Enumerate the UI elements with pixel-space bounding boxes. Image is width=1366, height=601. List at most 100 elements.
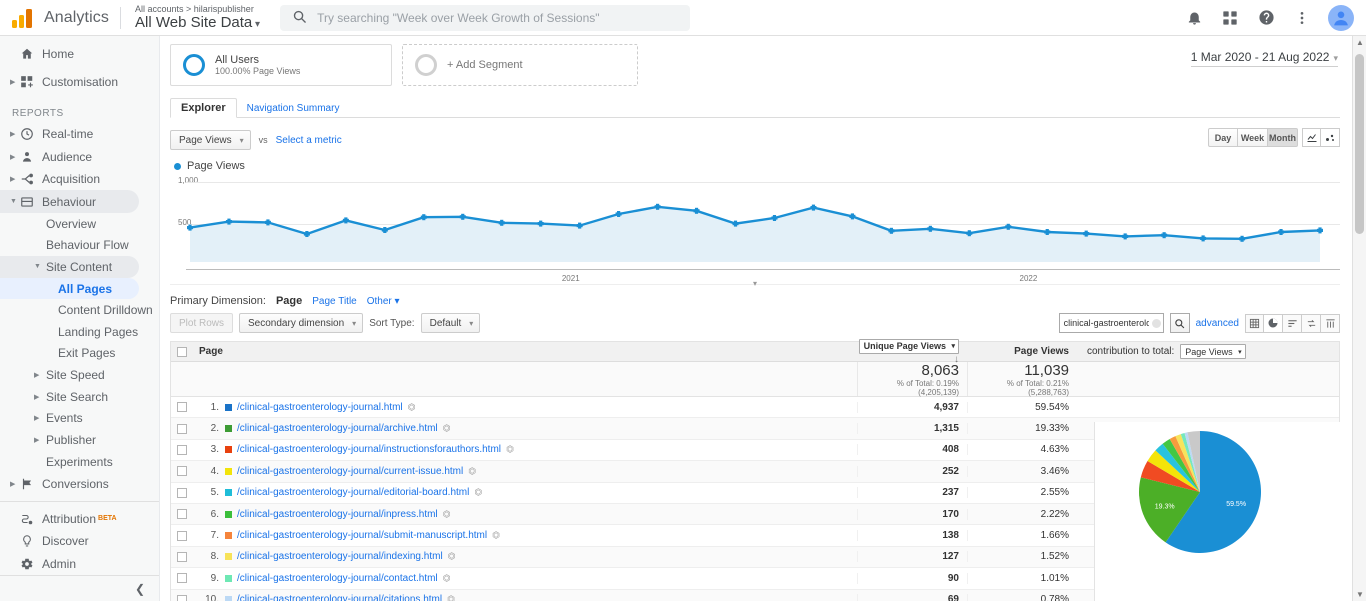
granularity-week[interactable]: Week (1238, 128, 1268, 147)
plot-rows-button[interactable]: Plot Rows (170, 313, 233, 333)
external-link-icon[interactable]: ⏣ (487, 530, 505, 541)
table-filter-input[interactable] (1059, 313, 1164, 333)
scroll-up-icon[interactable]: ▲ (1353, 38, 1366, 47)
column-page-views[interactable]: Page Views (967, 346, 1077, 357)
sidebar-item-site-content[interactable]: ▼Site Content (0, 256, 139, 278)
sidebar-item-events[interactable]: ▶Events (0, 408, 159, 430)
row-checkbox[interactable] (171, 466, 193, 476)
global-search[interactable] (280, 5, 690, 31)
account-selector[interactable]: All accounts > hilarispublisher All Web … (135, 4, 260, 32)
pie-view-icon[interactable] (1264, 314, 1283, 333)
row-page-link[interactable]: /clinical-gastroenterology-journal/edito… (237, 487, 469, 498)
sidebar-item-overview[interactable]: Overview (0, 213, 159, 235)
line-chart-icon[interactable] (1302, 128, 1321, 147)
apps-grid-icon[interactable] (1220, 8, 1240, 28)
sidebar-item-all-pages[interactable]: All Pages (0, 278, 139, 300)
sort-type-select[interactable]: Default ▾ (421, 313, 481, 333)
metric1-select[interactable]: Unique Page Views▾ (859, 339, 959, 354)
external-link-icon[interactable]: ⏣ (469, 487, 487, 498)
tab-explorer[interactable]: Explorer (170, 98, 237, 118)
row-page-link[interactable]: /clinical-gastroenterology-journal/instr… (237, 444, 501, 455)
dimension-page-title[interactable]: Page Title (312, 296, 356, 307)
row-checkbox[interactable] (171, 424, 193, 434)
external-link-icon[interactable]: ⏣ (403, 402, 421, 413)
sidebar-item-conversions[interactable]: ▶ Conversions (0, 473, 159, 495)
external-link-icon[interactable]: ⏣ (442, 594, 460, 601)
more-vert-icon[interactable] (1292, 8, 1312, 28)
scroll-down-icon[interactable]: ▼ (1353, 590, 1366, 599)
row-checkbox[interactable] (171, 552, 193, 562)
row-page-link[interactable]: /clinical-gastroenterology-journal/archi… (237, 423, 438, 434)
search-input[interactable] (317, 11, 678, 25)
sidebar-item-site-speed[interactable]: ▶Site Speed (0, 364, 159, 386)
row-page-link[interactable]: /clinical-gastroenterology-journal/citat… (237, 594, 442, 601)
row-checkbox[interactable] (171, 402, 193, 412)
select-metric-link[interactable]: Select a metric (276, 135, 342, 146)
external-link-icon[interactable]: ⏣ (438, 573, 456, 584)
segment-all-users[interactable]: All Users 100.00% Page Views (170, 44, 392, 86)
user-avatar-icon[interactable] (1328, 5, 1354, 31)
advanced-link[interactable]: advanced (1196, 318, 1239, 329)
row-checkbox[interactable] (171, 488, 193, 498)
sidebar-item-discover[interactable]: Discover (0, 530, 159, 552)
sidebar-item-landing-pages[interactable]: Landing Pages (0, 321, 159, 343)
sidebar-item-behaviour[interactable]: ▼ Behaviour (0, 190, 139, 212)
contribution-select[interactable]: Page Views▾ (1180, 344, 1245, 359)
external-link-icon[interactable]: ⏣ (443, 551, 461, 562)
pivot-view-icon[interactable] (1321, 314, 1340, 333)
metric-selector[interactable]: Page Views ▾ (170, 130, 251, 150)
external-link-icon[interactable]: ⏣ (501, 444, 519, 455)
sidebar-item-site-search[interactable]: ▶Site Search (0, 386, 159, 408)
comparison-view-icon[interactable] (1302, 314, 1321, 333)
row-page-link[interactable]: /clinical-gastroenterology-journal/inpre… (237, 509, 438, 520)
sidebar-item-experiments[interactable]: Experiments (0, 451, 159, 473)
row-page-link[interactable]: /clinical-gastroenterology-journal/submi… (237, 530, 487, 541)
select-all-checkbox[interactable] (171, 347, 193, 357)
clear-icon[interactable] (1152, 319, 1161, 328)
row-checkbox[interactable] (171, 573, 193, 583)
filter-input-box[interactable] (1059, 313, 1164, 333)
row-page-link[interactable]: /clinical-gastroenterology-journal/curre… (237, 466, 463, 477)
row-checkbox[interactable] (171, 509, 193, 519)
notifications-icon[interactable] (1184, 8, 1204, 28)
external-link-icon[interactable]: ⏣ (438, 423, 456, 434)
add-segment-button[interactable]: + Add Segment (402, 44, 638, 86)
motion-chart-icon[interactable] (1321, 128, 1340, 147)
row-page-link[interactable]: /clinical-gastroenterology-journal/index… (237, 551, 443, 562)
external-link-icon[interactable]: ⏣ (438, 509, 456, 520)
secondary-dimension-button[interactable]: Secondary dimension ▾ (239, 313, 363, 333)
sidebar-item-real-time[interactable]: ▶ Real-time (0, 123, 159, 145)
row-checkbox[interactable] (171, 531, 193, 541)
granularity-day[interactable]: Day (1208, 128, 1238, 147)
search-button[interactable] (1170, 313, 1190, 333)
sidebar-item-content-drilldown[interactable]: Content Drilldown (0, 299, 159, 321)
row-checkbox[interactable] (171, 595, 193, 601)
scrollbar-thumb[interactable] (1355, 54, 1364, 234)
dimension-page[interactable]: Page (276, 295, 302, 307)
row-checkbox[interactable] (171, 445, 193, 455)
dimension-other[interactable]: Other ▾ (367, 296, 400, 307)
sidebar-item-audience[interactable]: ▶ Audience (0, 145, 159, 167)
sidebar-item-home[interactable]: Home (0, 40, 159, 68)
page-scrollbar[interactable]: ▲ ▼ (1352, 36, 1366, 601)
sidebar-item-publisher[interactable]: ▶Publisher (0, 429, 159, 451)
help-icon[interactable] (1256, 8, 1276, 28)
granularity-month[interactable]: Month (1268, 128, 1298, 147)
date-range-selector[interactable]: 1 Mar 2020 - 21 Aug 2022▾ (1191, 50, 1338, 67)
sidebar-item-exit-pages[interactable]: Exit Pages (0, 343, 159, 365)
external-link-icon[interactable]: ⏣ (463, 466, 481, 477)
column-page[interactable]: Page (193, 346, 857, 357)
table-view-icon[interactable] (1245, 314, 1264, 333)
sidebar-item-behaviour-flow[interactable]: Behaviour Flow (0, 234, 159, 256)
sidebar-item-admin[interactable]: Admin (0, 553, 159, 575)
performance-view-icon[interactable] (1283, 314, 1302, 333)
chart-resize-handle[interactable]: ▾ (170, 284, 1340, 285)
tab-navigation-summary[interactable]: Navigation Summary (237, 100, 350, 117)
logo-area[interactable]: Analytics (0, 8, 118, 28)
sidebar-collapse-button[interactable]: ❮ (0, 575, 159, 601)
row-page-link[interactable]: /clinical-gastroenterology-journal.html (237, 402, 403, 413)
row-page-link[interactable]: /clinical-gastroenterology-journal/conta… (237, 573, 438, 584)
sidebar-item-acquisition[interactable]: ▶ Acquisition (0, 168, 159, 190)
sidebar-item-attribution[interactable]: Attribution BETA (0, 508, 159, 530)
sidebar-item-customisation[interactable]: ▶ Customisation (0, 68, 159, 96)
